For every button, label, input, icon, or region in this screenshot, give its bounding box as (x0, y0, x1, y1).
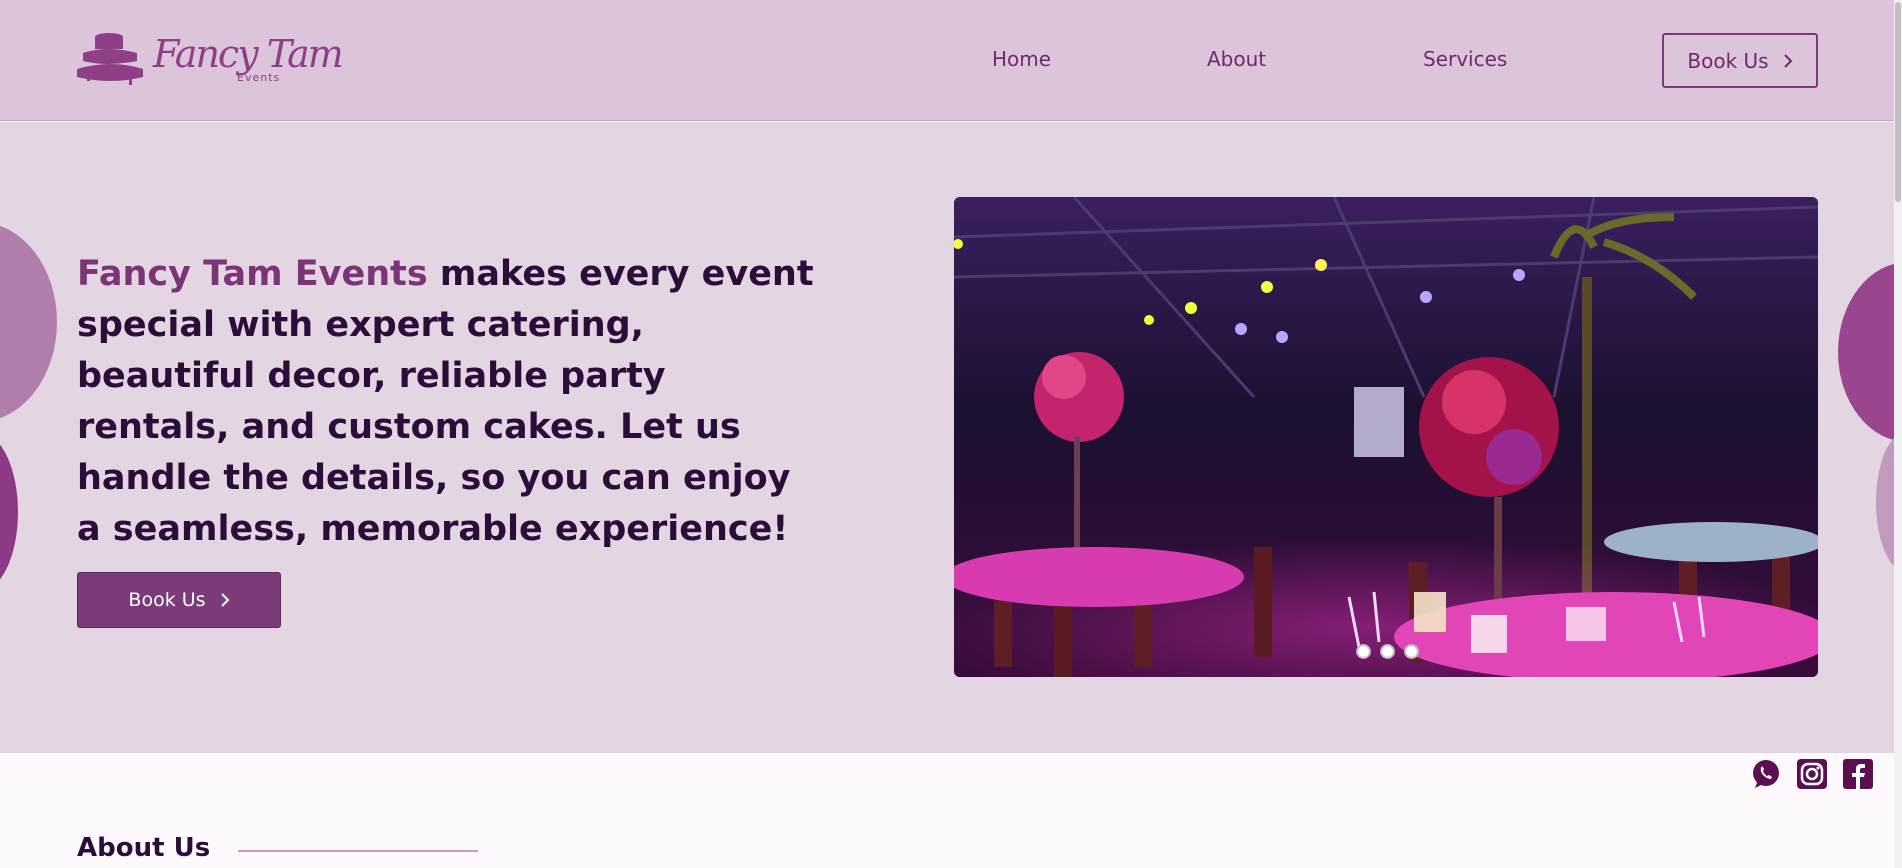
header-book-label: Book Us (1687, 48, 1769, 73)
header-book-button[interactable]: Book Us (1662, 33, 1818, 88)
chevron-right-icon (220, 593, 229, 607)
page-scrollbar[interactable] (1894, 0, 1902, 868)
about-heading: About Us (77, 833, 211, 863)
logo-subtitle: Events (237, 71, 281, 84)
hero-section: Fancy Tam Events makes every event speci… (0, 122, 1894, 753)
decor-circle-left-top (0, 222, 57, 422)
hero-headline: Fancy Tam Events makes every event speci… (77, 249, 817, 555)
event-photo-carousel[interactable] (954, 197, 1818, 677)
nav-home[interactable]: Home (992, 47, 1051, 71)
whatsapp-icon[interactable] (1750, 758, 1782, 790)
logo-wordmark: Fancy Tam (153, 32, 344, 76)
scrollbar-thumb[interactable] (1895, 2, 1901, 202)
facebook-icon[interactable] (1842, 758, 1874, 790)
event-venue-photo (954, 197, 1818, 677)
carousel-dot-3[interactable] (1404, 644, 1419, 659)
nav-about[interactable]: About (1207, 47, 1266, 71)
hero-brand-name: Fancy Tam Events (77, 254, 428, 294)
carousel-dot-1[interactable] (1356, 644, 1371, 659)
carousel-dot-2[interactable] (1380, 644, 1395, 659)
carousel-indicators (1356, 644, 1419, 659)
hero-book-label: Book Us (128, 589, 206, 611)
site-header: Fancy Tam Events Home About Services Boo… (0, 0, 1894, 121)
nav-services[interactable]: Services (1423, 47, 1507, 71)
decor-circle-right-top (1838, 262, 1894, 442)
decor-circle-right-bottom (1876, 432, 1894, 572)
instagram-icon[interactable] (1796, 758, 1828, 790)
chevron-right-icon (1783, 53, 1793, 68)
decor-circle-left-bottom (0, 432, 18, 592)
about-divider (238, 850, 478, 852)
hero-book-button[interactable]: Book Us (77, 572, 281, 628)
hero-body: makes every event special with expert ca… (77, 254, 814, 549)
